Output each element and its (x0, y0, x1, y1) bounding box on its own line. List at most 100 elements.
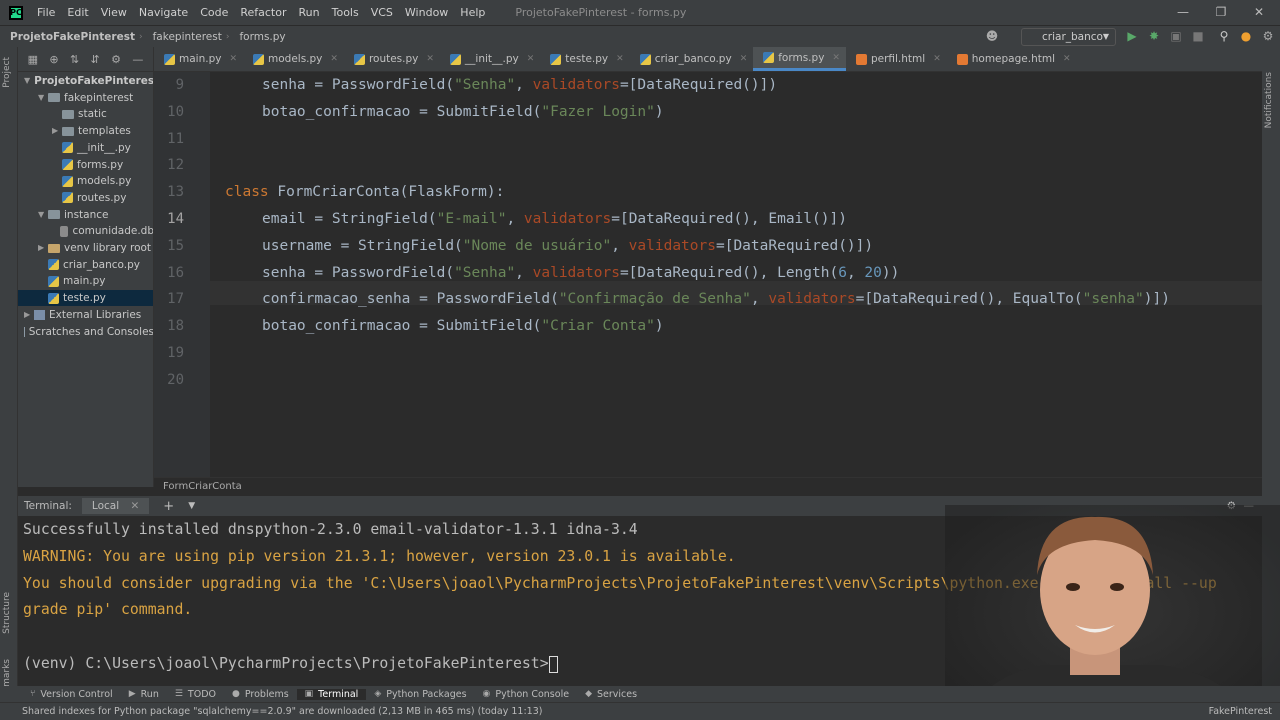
editor-tab[interactable]: __init__.py ✕ (440, 47, 540, 71)
tool-window-button[interactable]: ◈ Python Packages (366, 689, 474, 700)
project-tool-button[interactable]: Project (2, 57, 12, 88)
hide-icon[interactable]: — (132, 53, 143, 66)
close-tab-icon[interactable]: ✕ (616, 54, 624, 64)
tool-window-button[interactable]: ◉ Python Console (475, 689, 578, 700)
expand-arrow-icon[interactable]: ▼ (38, 207, 48, 223)
editor-tab[interactable]: routes.py ✕ (344, 47, 440, 71)
tree-item[interactable]: teste.py (18, 290, 153, 307)
tool-window-button[interactable]: ▣ Terminal (296, 688, 367, 700)
minimize-icon[interactable]: — (1164, 0, 1202, 25)
menu-item-view[interactable]: View (95, 0, 133, 25)
code-line[interactable]: senha = PasswordField("Senha", validator… (262, 77, 777, 93)
settings-icon[interactable]: ⚙ (1260, 28, 1276, 44)
tree-item[interactable]: ▼ ProjetoFakePinterest (18, 73, 153, 89)
tree-item[interactable]: criar_banco.py (18, 257, 153, 273)
tool-window-button[interactable]: ◆ Services (577, 689, 645, 700)
stop-icon[interactable]: ■ (1190, 28, 1206, 44)
menu-item-help[interactable]: Help (454, 0, 491, 25)
menu-item-edit[interactable]: Edit (61, 0, 94, 25)
tree-item[interactable]: ▼ fakepinterest (18, 90, 153, 106)
collapse-arrow-icon[interactable]: ▶ (24, 307, 34, 323)
close-tab-icon[interactable]: ✕ (832, 53, 840, 63)
update-icon[interactable]: ● (1238, 28, 1254, 44)
editor-tab[interactable]: main.py ✕ (154, 47, 243, 71)
code-line[interactable]: class FormCriarConta(FlaskForm): (225, 184, 504, 200)
notifications-tool-button[interactable]: Notifications (1264, 72, 1274, 128)
tool-window-label: Version Control (40, 688, 113, 700)
collapse-all-icon[interactable]: ⇵ (91, 53, 100, 66)
code-editor[interactable]: 9 10 11 12 13 14 15 16 17 18 19 20 senha = Password… (154, 72, 1262, 477)
tree-item[interactable]: ▶ venv library root (18, 240, 153, 256)
close-icon[interactable]: ✕ (1240, 0, 1278, 25)
tool-window-button[interactable]: ☰ TODO (167, 689, 224, 700)
close-tab-icon[interactable]: ✕ (330, 54, 338, 64)
code-line[interactable]: confirmacao_senha = PasswordField("Confi… (262, 291, 1170, 307)
expand-arrow-icon[interactable]: ▼ (24, 73, 30, 89)
maximize-icon[interactable]: ❐ (1202, 0, 1240, 25)
user-icon[interactable]: ☻ (984, 28, 1000, 44)
menu-item-tools[interactable]: Tools (326, 0, 365, 25)
expand-arrow-icon[interactable]: ▼ (38, 90, 48, 106)
breadcrumb-package[interactable]: fakepinterest (143, 31, 226, 43)
editor-tab[interactable]: teste.py ✕ (540, 47, 629, 71)
menu-item-code[interactable]: Code (194, 0, 234, 25)
line-number: 10 (167, 103, 184, 120)
tree-item[interactable]: comunidade.db (18, 223, 153, 239)
close-tab-icon[interactable]: ✕ (740, 54, 748, 64)
code-line[interactable]: username = StringField("Nome de usuário"… (262, 238, 873, 254)
menu-item-navigate[interactable]: Navigate (133, 0, 194, 25)
close-tab-icon[interactable]: ✕ (933, 54, 941, 64)
structure-breadcrumb[interactable]: FormCriarConta (154, 477, 1262, 495)
layout-icon[interactable]: ▦ (28, 53, 38, 66)
code-line[interactable]: senha = PasswordField("Senha", validator… (262, 265, 899, 281)
code-line[interactable]: botao_confirmacao = SubmitField("Criar C… (262, 318, 664, 334)
close-tab-icon[interactable]: ✕ (229, 54, 237, 64)
editor-tab[interactable]: models.py ✕ (243, 47, 344, 71)
tool-window-button[interactable]: ⑂ Version Control (22, 689, 121, 700)
collapse-arrow-icon[interactable]: ▶ (38, 240, 48, 256)
close-icon[interactable]: ✕ (130, 500, 139, 512)
breadcrumb-project[interactable]: ProjetoFakePinterest (0, 31, 139, 43)
chevron-down-icon[interactable]: ▼ (188, 501, 195, 511)
tree-item[interactable]: Scratches and Consoles (18, 324, 153, 340)
menu-item-vcs[interactable]: VCS (365, 0, 399, 25)
tree-item[interactable]: models.py (18, 173, 153, 189)
collapse-arrow-icon[interactable]: ▶ (52, 123, 62, 139)
coverage-icon[interactable]: ▣ (1168, 28, 1184, 44)
tree-item[interactable]: ▼ instance (18, 207, 153, 223)
search-icon[interactable]: ⚲ (1216, 28, 1232, 44)
tree-item[interactable]: ▶ External Libraries (18, 307, 153, 323)
tree-item[interactable]: routes.py (18, 190, 153, 206)
structure-tool-button[interactable]: Structure (2, 592, 12, 634)
tree-item[interactable]: static (18, 106, 153, 122)
add-tab-icon[interactable]: + (163, 499, 174, 514)
editor-tab[interactable]: homepage.html ✕ (947, 47, 1077, 71)
menu-item-run[interactable]: Run (293, 0, 326, 25)
menu-item-file[interactable]: File (31, 0, 61, 25)
close-tab-icon[interactable]: ✕ (527, 54, 535, 64)
tree-item[interactable]: __init__.py (18, 140, 153, 156)
menu-item-refactor[interactable]: Refactor (234, 0, 292, 25)
locate-icon[interactable]: ⊕ (49, 53, 58, 66)
run-icon[interactable]: ▶ (1124, 28, 1140, 44)
terminal-tab-local[interactable]: Local ✕ (81, 498, 150, 514)
editor-tab[interactable]: perfil.html ✕ (846, 47, 947, 71)
debug-icon[interactable]: ✸ (1146, 28, 1162, 44)
breadcrumb-file[interactable]: forms.py (229, 31, 289, 43)
tool-window-button[interactable]: ● Problems (224, 689, 297, 700)
code-line[interactable]: botao_confirmacao = SubmitField("Fazer L… (262, 104, 664, 120)
play-icon: ▶ (128, 689, 136, 699)
gear-icon[interactable]: ⚙ (111, 53, 121, 66)
editor-tab[interactable]: criar_banco.py ✕ (630, 47, 754, 71)
close-tab-icon[interactable]: ✕ (426, 54, 434, 64)
run-config-dropdown[interactable]: criar_banco ▼ (1021, 28, 1116, 46)
close-tab-icon[interactable]: ✕ (1063, 54, 1071, 64)
menu-item-window[interactable]: Window (399, 0, 454, 25)
tool-window-button[interactable]: ▶ Run (121, 689, 167, 700)
tree-item[interactable]: main.py (18, 273, 153, 289)
tree-item[interactable]: ▶ templates (18, 123, 153, 139)
editor-tab[interactable]: forms.py ✕ (753, 47, 846, 71)
code-line[interactable]: email = StringField("E-mail", validators… (262, 211, 847, 227)
expand-all-icon[interactable]: ⇅ (70, 53, 79, 66)
tree-item[interactable]: forms.py (18, 157, 153, 173)
